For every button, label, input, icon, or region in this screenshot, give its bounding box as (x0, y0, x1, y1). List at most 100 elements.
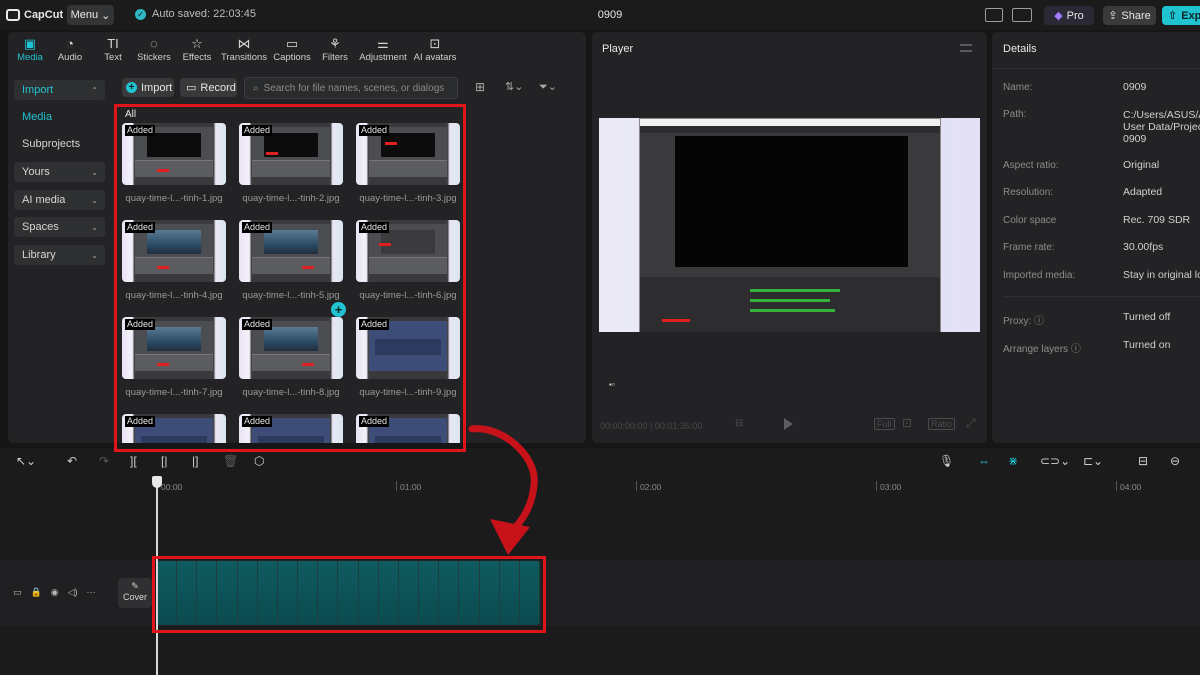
tab-stickers[interactable]: ◌ Stickers (132, 36, 176, 63)
track-controls: ▭ 🔒 ◉ ◁) ··· (13, 587, 96, 598)
tab-captions[interactable]: ▭ Captions (270, 36, 314, 63)
media-play-icon: ▣ (23, 36, 37, 51)
sidebar-item-subprojects[interactable]: Subprojects (14, 134, 105, 154)
sort-icon[interactable]: ⇅⌄ (505, 80, 523, 93)
undo-icon[interactable]: ↶ (67, 454, 77, 469)
layout-icon[interactable] (985, 8, 1003, 22)
preview-axis-icon[interactable]: ⊏⌄ (1083, 454, 1103, 469)
arrange-layers-label: Arrange layers (1003, 344, 1069, 355)
lock-icon[interactable]: 🔒 (31, 587, 42, 598)
effects-icon: ☆ (191, 36, 203, 51)
info-icon[interactable]: ⓘ (1071, 344, 1081, 355)
detail-value: 30.00fps (1123, 241, 1164, 253)
chevron-up-icon: ⌃ (91, 85, 98, 95)
sidebar-item-import[interactable]: Import ⌃ (14, 80, 105, 100)
tab-adjustment[interactable]: ⚌ Adjustment (356, 36, 410, 63)
pencil-icon: ✎ (131, 581, 139, 591)
menu-icon[interactable] (960, 44, 972, 52)
tick-mark (396, 481, 397, 491)
export-button[interactable]: ⇧Export (1162, 6, 1200, 25)
info-icon[interactable]: ⓘ (1034, 316, 1044, 327)
trim-right-icon[interactable]: |] (192, 454, 198, 469)
divider (1003, 296, 1200, 297)
import-button[interactable]: + Import (122, 78, 174, 97)
adjustment-icon: ⚌ (377, 36, 389, 51)
select-cursor-icon[interactable]: ↖⌄ (16, 454, 36, 469)
preview-marker: ▪▫ (609, 380, 615, 389)
microphone-icon[interactable]: 🎙 (939, 454, 954, 469)
detail-label: Imported media: (1003, 270, 1076, 281)
cover-button[interactable]: ✎ Cover (118, 578, 152, 608)
detail-value: Original (1123, 159, 1160, 171)
play-icon[interactable] (784, 418, 793, 430)
eye-icon[interactable]: ◉ (51, 587, 59, 598)
tab-audio[interactable]: ◔ Audio (48, 36, 92, 63)
tick-mark (636, 481, 637, 491)
main-track-magnet-icon[interactable]: ⇔ (978, 454, 990, 469)
link-icon[interactable]: ⊂⊃⌄ (1040, 454, 1070, 469)
search-icon: ⌕ (253, 82, 259, 94)
zoom-out-icon[interactable]: ⊖ (1170, 454, 1180, 469)
export-label: Export (1181, 9, 1200, 22)
sidebar-label: Import (22, 84, 54, 96)
sidebar-item-yours[interactable]: Yours ⌄ (14, 162, 105, 182)
trim-left-icon[interactable]: [| (161, 454, 167, 469)
keyboard-icon[interactable] (1012, 8, 1032, 22)
tab-media[interactable]: ▣ Media (8, 36, 52, 63)
share-label: Share (1121, 9, 1151, 22)
sidebar-label: Media (22, 111, 52, 123)
share-button[interactable]: ⇪ Share (1103, 6, 1156, 25)
detail-label: Proxy: ⓘ (1003, 312, 1044, 327)
fit-icon[interactable]: ⊡ (902, 416, 912, 430)
search-input[interactable]: ⌕ Search for file names, scenes, or dialo… (244, 77, 458, 99)
more-icon[interactable]: ··· (87, 587, 96, 598)
sidebar-item-media[interactable]: Media (14, 107, 105, 127)
sidebar-item-spaces[interactable]: Spaces ⌄ (14, 217, 105, 237)
tab-label: Effects (182, 52, 212, 63)
sidebar-item-library[interactable]: Library ⌄ (14, 245, 105, 265)
playhead-handle[interactable] (152, 476, 162, 488)
grid-view-icon[interactable]: ⊞ (475, 80, 485, 94)
timeline-highlight-box (152, 556, 546, 633)
chevron-down-icon: ⌄ (91, 167, 98, 177)
detail-label: Path: (1003, 109, 1027, 120)
player-timecode: 00:00:00:00 | 00:01:35:00 (600, 421, 703, 431)
split-icon[interactable]: ][ (130, 454, 137, 469)
path-line: C:/Users/ASUS/A (1123, 109, 1200, 121)
tab-ai-avatars[interactable]: ⊡ AI avatars (412, 36, 458, 63)
arrow-head (490, 519, 530, 555)
filter-icon[interactable]: ⏷⌄ (539, 80, 557, 94)
fullscreen-icon[interactable]: ⤢ (966, 416, 976, 431)
detail-label: Color space (1003, 215, 1057, 226)
pro-button[interactable]: ◆ Pro (1044, 6, 1094, 25)
caption-icon[interactable]: ⊟ (1138, 454, 1148, 469)
shield-icon[interactable]: ⬡ (254, 454, 264, 469)
detail-label: Frame rate: (1003, 242, 1055, 253)
chevron-down-icon: ⌄ (91, 250, 98, 260)
sidebar-item-ai-media[interactable]: AI media ⌄ (14, 190, 105, 210)
redo-icon[interactable]: ↷ (99, 454, 109, 469)
detail-label: Resolution: (1003, 187, 1054, 198)
search-placeholder: Search for file names, scenes, or dialog… (263, 82, 445, 94)
tick-label: 02:00 (640, 482, 662, 492)
stickers-icon: ◌ (150, 36, 158, 51)
tab-label: Text (104, 52, 122, 63)
delete-icon[interactable]: 🗑 (223, 454, 238, 469)
filters-icon: ⚘ (329, 36, 341, 51)
pro-label: Pro (1066, 9, 1084, 22)
chevron-down-icon: ⌄ (91, 222, 98, 232)
export-icon: ⇧ (1168, 10, 1178, 22)
full-button[interactable]: Full (874, 418, 895, 430)
tab-transitions[interactable]: ⋈ Transitions (218, 36, 270, 63)
tab-effects[interactable]: ☆ Effects (175, 36, 219, 63)
tab-label: Media (17, 52, 43, 63)
tab-label: Audio (57, 52, 83, 63)
auto-snap-icon[interactable]: ⋇ (1008, 454, 1018, 469)
proxy-label: Proxy: (1003, 316, 1032, 327)
record-button[interactable]: ▭ Record (180, 78, 237, 97)
ratio-button[interactable]: Ratio (928, 418, 956, 430)
arrow-shaft (468, 425, 538, 537)
volume-icon[interactable]: ◁) (68, 587, 78, 598)
tab-filters[interactable]: ⚘ Filters (313, 36, 357, 63)
tab-text[interactable]: TI Text (91, 36, 135, 63)
